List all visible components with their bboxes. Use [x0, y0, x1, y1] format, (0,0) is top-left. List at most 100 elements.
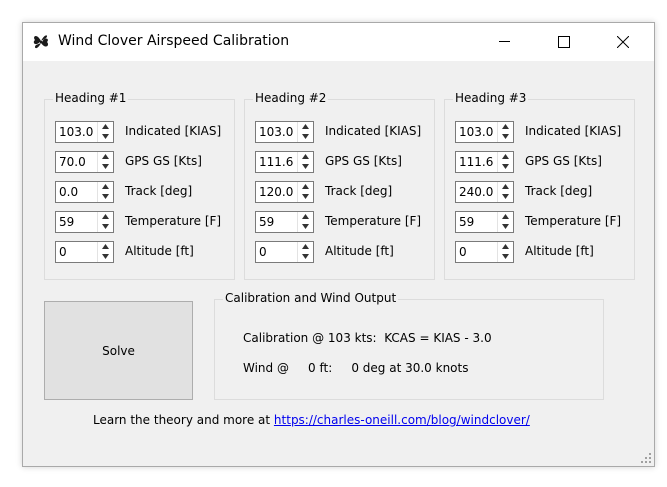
spin-down-icon[interactable]: [498, 222, 513, 232]
title-bar[interactable]: Wind Clover Airspeed Calibration: [23, 23, 654, 61]
spin-up-icon[interactable]: [98, 122, 113, 132]
footer-prefix: Learn the theory and more at: [93, 413, 274, 427]
close-button[interactable]: [594, 23, 652, 61]
spin-down-icon[interactable]: [498, 192, 513, 202]
spin-up-icon[interactable]: [498, 122, 513, 132]
spin-up-icon[interactable]: [498, 212, 513, 222]
altitude-spinbox[interactable]: 0: [455, 241, 514, 263]
spin-up-icon[interactable]: [498, 242, 513, 252]
spin-down-icon[interactable]: [498, 162, 513, 172]
temperature-label: Temperature [F]: [525, 214, 622, 228]
maximize-button[interactable]: [535, 23, 593, 61]
indicated-value[interactable]: 103.0: [259, 125, 293, 139]
indicated-value[interactable]: 103.0: [459, 125, 493, 139]
spin-down-icon[interactable]: [98, 132, 113, 142]
altitude-value[interactable]: 0: [59, 245, 67, 259]
gps-gs-spinbox[interactable]: 111.6: [255, 151, 314, 173]
altitude-spinbox[interactable]: 0: [55, 241, 114, 263]
gps-gs-spinbox[interactable]: 111.6: [455, 151, 514, 173]
resize-grip-icon[interactable]: [641, 453, 651, 463]
spin-up-icon[interactable]: [298, 152, 313, 162]
spin-down-icon[interactable]: [498, 132, 513, 142]
indicated-spinbox[interactable]: 103.0: [255, 121, 314, 143]
window-title: Wind Clover Airspeed Calibration: [58, 33, 290, 49]
altitude-value[interactable]: 0: [459, 245, 467, 259]
indicated-value[interactable]: 103.0: [59, 125, 93, 139]
spin-up-icon[interactable]: [98, 152, 113, 162]
calibration-output: Calibration @ 103 kts: KCAS = KIAS - 3.0: [243, 331, 492, 345]
minimize-button[interactable]: [476, 23, 534, 61]
track-label: Track [deg]: [525, 184, 593, 198]
temperature-spinbox[interactable]: 59: [255, 211, 314, 233]
spin-down-icon[interactable]: [298, 162, 313, 172]
altitude-label: Altitude [ft]: [525, 244, 594, 258]
gps-gs-label: GPS GS [Kts]: [525, 154, 602, 168]
temperature-label: Temperature [F]: [125, 214, 222, 228]
windclover-link[interactable]: https://charles-oneill.com/blog/windclov…: [274, 413, 530, 427]
spin-down-icon[interactable]: [98, 252, 113, 262]
gps-gs-spinbox[interactable]: 70.0: [55, 151, 114, 173]
indicated-spinbox[interactable]: 103.0: [455, 121, 514, 143]
spin-up-icon[interactable]: [498, 182, 513, 192]
track-label: Track [deg]: [325, 184, 393, 198]
heading-group-label: Heading #3: [453, 91, 529, 105]
gps-gs-value[interactable]: 111.6: [259, 155, 293, 169]
temperature-value[interactable]: 59: [59, 215, 74, 229]
spin-up-icon[interactable]: [98, 242, 113, 252]
close-icon: [617, 36, 629, 48]
spin-down-icon[interactable]: [298, 222, 313, 232]
spin-up-icon[interactable]: [298, 182, 313, 192]
spin-up-icon[interactable]: [298, 242, 313, 252]
output-group: Calibration and Wind Output Calibration …: [214, 291, 604, 400]
heading-group-label: Heading #1: [53, 91, 129, 105]
spin-up-icon[interactable]: [498, 152, 513, 162]
spin-down-icon[interactable]: [98, 192, 113, 202]
track-value[interactable]: 0.0: [59, 185, 78, 199]
solve-button-label: Solve: [102, 344, 135, 358]
track-value[interactable]: 240.0: [459, 185, 493, 199]
temperature-label: Temperature [F]: [325, 214, 422, 228]
spin-up-icon[interactable]: [98, 212, 113, 222]
altitude-label: Altitude [ft]: [325, 244, 394, 258]
spin-up-icon[interactable]: [298, 212, 313, 222]
indicated-label: Indicated [KIAS]: [325, 124, 422, 138]
gps-gs-value[interactable]: 70.0: [59, 155, 86, 169]
spin-down-icon[interactable]: [298, 252, 313, 262]
spin-up-icon[interactable]: [98, 182, 113, 192]
indicated-label: Indicated [KIAS]: [125, 124, 222, 138]
wind-output: Wind @ 0 ft: 0 deg at 30.0 knots: [243, 361, 469, 375]
gps-gs-label: GPS GS [Kts]: [125, 154, 202, 168]
temperature-spinbox[interactable]: 59: [55, 211, 114, 233]
indicated-spinbox[interactable]: 103.0: [55, 121, 114, 143]
solve-button[interactable]: Solve: [44, 301, 193, 400]
track-spinbox[interactable]: 120.0: [255, 181, 314, 203]
maximize-icon: [558, 36, 570, 48]
altitude-spinbox[interactable]: 0: [255, 241, 314, 263]
track-spinbox[interactable]: 0.0: [55, 181, 114, 203]
temperature-value[interactable]: 59: [459, 215, 474, 229]
altitude-value[interactable]: 0: [259, 245, 267, 259]
spin-down-icon[interactable]: [98, 162, 113, 172]
spin-down-icon[interactable]: [98, 222, 113, 232]
spin-up-icon[interactable]: [298, 122, 313, 132]
track-label: Track [deg]: [125, 184, 193, 198]
indicated-label: Indicated [KIAS]: [525, 124, 622, 138]
spin-down-icon[interactable]: [298, 192, 313, 202]
track-spinbox[interactable]: 240.0: [455, 181, 514, 203]
temperature-spinbox[interactable]: 59: [455, 211, 514, 233]
spin-down-icon[interactable]: [498, 252, 513, 262]
temperature-value[interactable]: 59: [259, 215, 274, 229]
gps-gs-value[interactable]: 111.6: [459, 155, 493, 169]
minimize-icon: [499, 41, 510, 42]
app-window: Wind Clover Airspeed Calibration Heading…: [22, 22, 655, 467]
heading-group-1: Heading #1 103.0 Indicated [KIAS] 70.0 G…: [44, 91, 235, 280]
altitude-label: Altitude [ft]: [125, 244, 194, 258]
heading-group-2: Heading #2 103.0 Indicated [KIAS] 111.6 …: [244, 91, 435, 280]
spin-down-icon[interactable]: [298, 132, 313, 142]
gps-gs-label: GPS GS [Kts]: [325, 154, 402, 168]
footer-text: Learn the theory and more at https://cha…: [93, 413, 530, 427]
heading-group-3: Heading #3 103.0 Indicated [KIAS] 111.6 …: [444, 91, 635, 280]
heading-group-label: Heading #2: [253, 91, 329, 105]
output-group-label: Calibration and Wind Output: [223, 291, 399, 305]
track-value[interactable]: 120.0: [259, 185, 293, 199]
